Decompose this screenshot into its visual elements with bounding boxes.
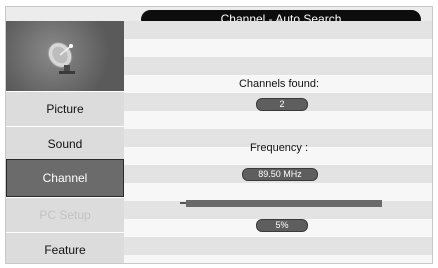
row-stripe [124, 237, 432, 255]
frequency-value: 89.50 MHz [242, 168, 318, 181]
osd-menu-window: Picture Sound Channel PC Setup Feature C… [5, 6, 433, 264]
sidebar-item-picture[interactable]: Picture [6, 91, 124, 126]
row-stripe [124, 21, 432, 39]
frequency-label: Frequency : [249, 142, 309, 154]
search-progress-bar [186, 200, 382, 207]
auto-search-panel: Channels found: 2 Frequency : 89.50 MHz … [124, 21, 432, 263]
sidebar-item-channel[interactable]: Channel [6, 159, 124, 197]
sidebar-item-sound[interactable]: Sound [6, 126, 124, 161]
menu-sidebar: Picture Sound Channel PC Setup Feature [6, 7, 124, 263]
row-stripe [124, 57, 432, 75]
sidebar-item-pc-setup: PC Setup [6, 197, 124, 232]
sidebar-item-feature[interactable]: Feature [6, 232, 124, 263]
progress-percent-badge: 5% [256, 219, 308, 232]
menu-logo [6, 21, 124, 91]
channels-found-value: 2 [256, 98, 308, 111]
channels-found-label: Channels found: [238, 78, 320, 90]
satellite-dish-icon [47, 42, 75, 74]
